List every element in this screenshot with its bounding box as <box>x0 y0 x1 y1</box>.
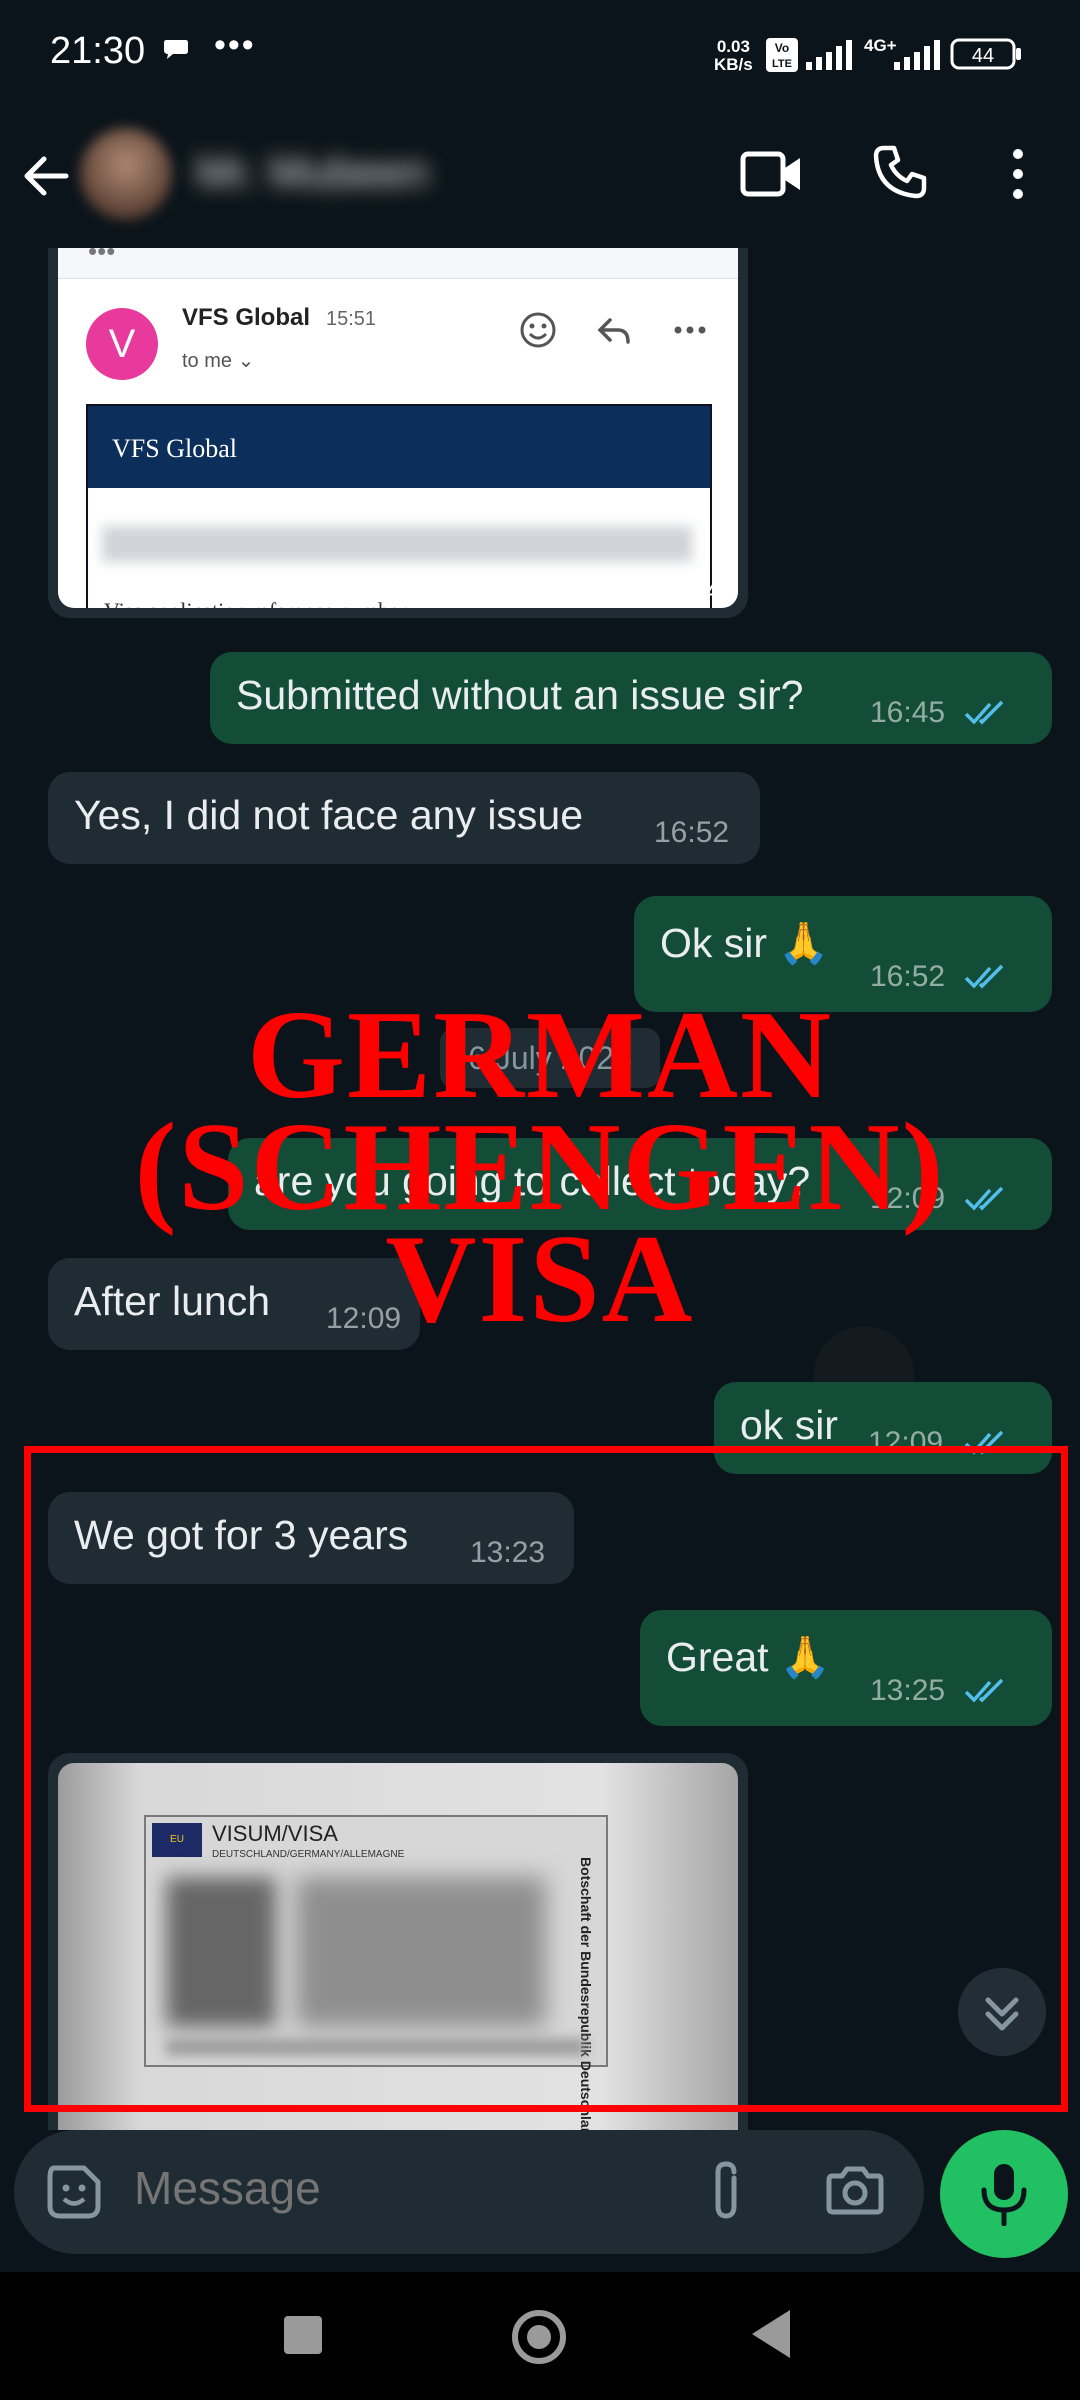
blurred-recipient <box>102 526 692 562</box>
email-body-frame: VFS Global Visa application reference nu… <box>86 404 712 608</box>
sticker-icon[interactable] <box>44 2162 104 2222</box>
microphone-icon <box>981 2164 1027 2226</box>
composer-bar <box>0 2130 1080 2272</box>
more-options-icon[interactable] <box>1000 144 1036 204</box>
camera-icon[interactable] <box>826 2164 884 2216</box>
date-separator: 6 July 2024 <box>440 1028 660 1088</box>
read-ticks-icon <box>964 1186 1004 1211</box>
message-text: are you going to collect today? <box>254 1158 811 1204</box>
back-arrow-icon[interactable] <box>16 146 76 206</box>
chat-area[interactable]: ••• V VFS Global 15:51 to me ⌄ VFS Globa… <box>0 248 1080 2130</box>
message-input-pill[interactable] <box>14 2130 924 2254</box>
message-text: ok sir <box>740 1402 838 1448</box>
home-button[interactable] <box>512 2310 566 2364</box>
outgoing-message[interactable]: Submitted without an issue sir? 16:45 <box>210 652 1052 744</box>
attach-icon[interactable] <box>706 2160 746 2224</box>
status-bar: 21:30 ••• 0.03 KB/s Vo LTE 4G+ 44 <box>0 0 1080 108</box>
message-time: 12:09 <box>870 1182 946 1215</box>
message-time: 16:52 <box>654 816 730 849</box>
back-button[interactable] <box>752 2310 790 2358</box>
chat-notification-icon <box>164 40 188 59</box>
message-time: 16:52 <box>870 960 946 993</box>
message-input[interactable] <box>132 2160 656 2216</box>
network-type: 4G+ <box>864 36 897 55</box>
outgoing-message[interactable]: Ok sir 🙏 16:52 <box>634 896 1052 1012</box>
email-screenshot: ••• V VFS Global 15:51 to me ⌄ VFS Globa… <box>58 248 738 608</box>
status-time: 21:30 <box>50 30 146 72</box>
message-text: Yes, I did not face any issue <box>74 792 584 838</box>
voice-call-icon[interactable] <box>872 144 928 200</box>
message-time: 16:44 <box>646 574 722 607</box>
reference-label: Visa application reference number <box>104 598 406 608</box>
signal-icon <box>806 40 852 70</box>
message-time: 12:09 <box>326 1302 402 1335</box>
read-ticks-icon <box>964 700 1004 725</box>
outgoing-message[interactable]: are you going to collect today? 12:09 <box>228 1138 1052 1230</box>
email-topbar: ••• <box>58 248 738 279</box>
incoming-message[interactable]: Yes, I did not face any issue 16:52 <box>48 772 760 864</box>
email-banner-text: VFS Global <box>112 434 237 463</box>
email-dots: ••• <box>88 248 116 266</box>
system-navigation-bar <box>0 2272 1080 2400</box>
volte-top: Vo <box>775 41 789 55</box>
incoming-message[interactable]: After lunch 12:09 <box>48 1258 420 1350</box>
recents-button[interactable] <box>284 2316 322 2354</box>
email-more-icon <box>674 326 706 334</box>
highlight-box <box>24 1446 1068 2112</box>
image-message-email[interactable]: ••• V VFS Global 15:51 to me ⌄ VFS Globa… <box>48 248 748 618</box>
status-more-dots: ••• <box>214 26 256 64</box>
battery-icon: 44 <box>950 38 1021 70</box>
reply-icon <box>597 318 630 344</box>
battery-level: 44 <box>972 45 994 67</box>
message-text: Ok sir 🙏 <box>660 920 830 966</box>
net-speed-value: 0.03 <box>716 37 750 56</box>
read-ticks-icon <box>964 964 1004 989</box>
voice-message-button[interactable] <box>940 2130 1068 2258</box>
volte-bottom: LTE <box>772 58 792 70</box>
message-text: Submitted without an issue sir? <box>236 672 804 718</box>
email-sender: VFS Global <box>182 304 311 331</box>
message-text: After lunch <box>74 1278 270 1324</box>
video-call-icon[interactable] <box>740 148 804 200</box>
email-banner: VFS Global <box>88 406 710 488</box>
signal-icon-2 <box>894 40 940 70</box>
contact-avatar[interactable] <box>80 128 172 220</box>
email-time: 15:51 <box>326 308 377 330</box>
net-speed: 0.03 KB/s <box>714 38 753 74</box>
volte-icon: Vo LTE <box>766 38 798 72</box>
emoji-icon <box>520 312 556 348</box>
net-speed-unit: KB/s <box>714 55 753 74</box>
chat-header: Mr. Mubeen <box>0 108 1080 248</box>
email-recipient: to me ⌄ <box>182 350 255 372</box>
contact-name[interactable]: Mr. Mubeen <box>196 148 428 198</box>
sender-avatar: V <box>86 308 158 380</box>
message-time: 16:45 <box>870 696 946 729</box>
